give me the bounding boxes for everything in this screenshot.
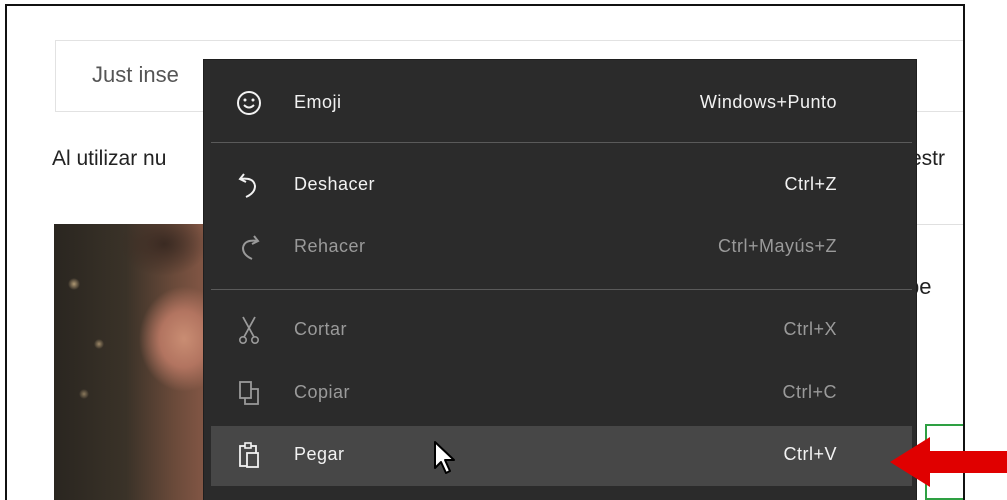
menu-item-label: Cortar [294, 319, 348, 339]
paste-icon [233, 438, 265, 472]
menu-item-shortcut: Ctrl+Mayús+Z [717, 236, 837, 256]
menu-item-label: Pegar [294, 444, 345, 464]
menu-separator [211, 289, 912, 290]
menu-item-label: Rehacer [294, 236, 366, 256]
menu-item-copy[interactable]: Copiar Ctrl+C [211, 364, 912, 424]
redo-icon [233, 230, 265, 264]
menu-item-paste[interactable]: Pegar Ctrl+V [211, 426, 912, 486]
menu-item-emoji[interactable]: Emoji Windows+Punto [211, 74, 912, 134]
mouse-pointer-icon [434, 441, 455, 474]
undo-icon [233, 168, 265, 202]
menu-item-label: Deshacer [294, 174, 376, 194]
menu-item-shortcut: Ctrl+V [783, 444, 837, 464]
menu-item-shortcut: Ctrl+X [783, 319, 837, 339]
copy-icon [233, 376, 265, 410]
menu-item-cut[interactable]: Cortar Ctrl+X [211, 301, 912, 361]
profile-photo [54, 224, 214, 500]
search-input-value: Just inse [92, 62, 179, 87]
menu-item-label: Copiar [294, 382, 351, 402]
menu-item-undo[interactable]: Deshacer Ctrl+Z [211, 156, 912, 216]
cut-icon [233, 313, 265, 347]
emoji-icon [233, 86, 265, 120]
notice-text: Al utilizar nu [52, 147, 167, 170]
red-arrow-icon [890, 437, 1007, 487]
menu-item-redo[interactable]: Rehacer Ctrl+Mayús+Z [211, 218, 912, 278]
menu-item-shortcut: Ctrl+C [782, 382, 837, 402]
menu-separator [211, 142, 912, 143]
context-menu: Emoji Windows+Punto Deshacer Ctrl+Z Reha… [204, 60, 916, 500]
menu-item-shortcut: Ctrl+Z [784, 174, 837, 194]
menu-item-label: Emoji [294, 92, 342, 112]
menu-item-shortcut: Windows+Punto [699, 92, 837, 112]
